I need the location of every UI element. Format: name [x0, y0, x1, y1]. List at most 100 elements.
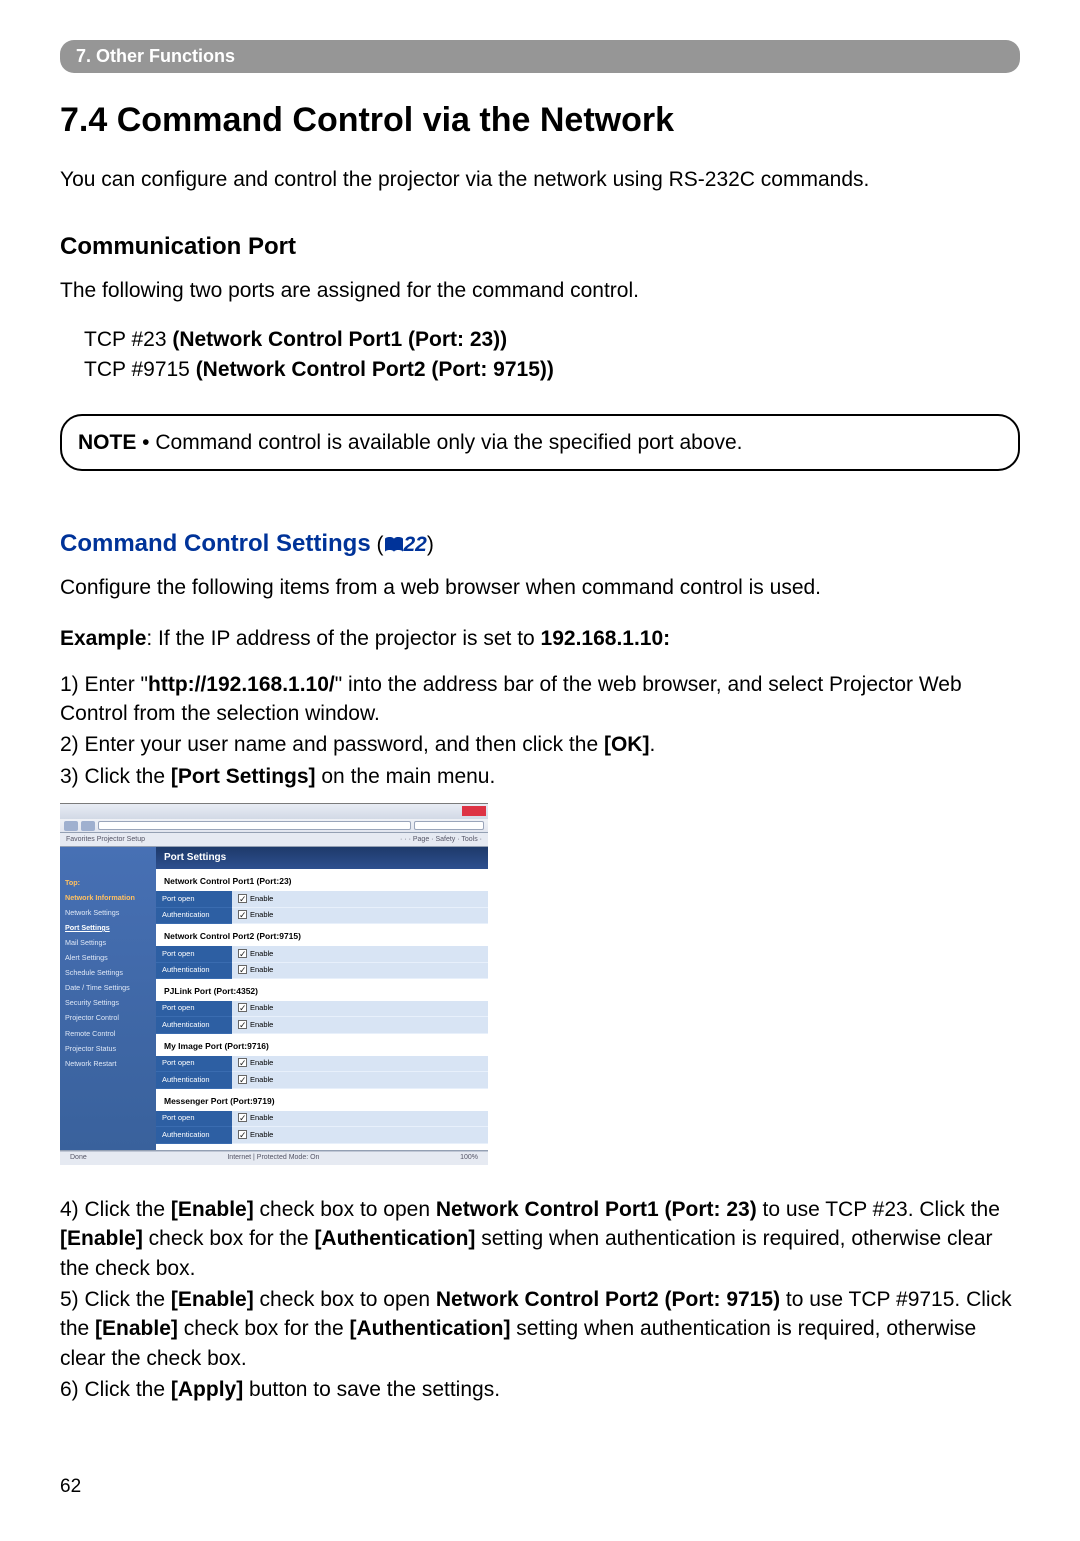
communication-port-heading: Communication Port — [60, 230, 1020, 264]
communication-port-text: The following two ports are assigned for… — [60, 276, 1020, 305]
sidebar-item-security-settings: Security Settings — [60, 996, 156, 1011]
example-label: Example — [60, 627, 146, 650]
enable-text: Enable — [250, 894, 273, 903]
step6-a: 6) Click the — [60, 1378, 171, 1401]
example-ip: 192.168.1.10: — [541, 627, 671, 650]
label-port-open: Port open — [156, 946, 232, 963]
browser-titlebar — [60, 803, 488, 819]
checkbox-icon — [238, 1058, 247, 1067]
checkbox-icon — [238, 894, 247, 903]
tabs-right: · · · Page · Safety · Tools · — [400, 835, 482, 845]
label-authentication: Authentication — [156, 1127, 232, 1144]
section-myimage: My Image Port (Port:9716) — [156, 1034, 488, 1056]
table-row: Authentication Enable — [156, 1072, 488, 1089]
book-icon — [384, 537, 404, 553]
enable-text: Enable — [250, 1058, 273, 1067]
sidebar-item-projector-status: Projector Status — [60, 1041, 156, 1056]
section-port1: Network Control Port1 (Port:23) — [156, 869, 488, 891]
step2-a: 2) Enter your user name and password, an… — [60, 733, 604, 756]
enable-text: Enable — [250, 965, 273, 974]
value-enable: Enable — [232, 1001, 488, 1018]
enable-text: Enable — [250, 910, 273, 919]
step6-apply: [Apply] — [171, 1378, 243, 1401]
label-authentication: Authentication — [156, 908, 232, 925]
step5-auth: [Authentication] — [349, 1317, 510, 1340]
value-enable: Enable — [232, 908, 488, 925]
enable-text: Enable — [250, 1003, 273, 1012]
sidebar-item-port-settings: Port Settings — [60, 921, 156, 936]
value-enable: Enable — [232, 1072, 488, 1089]
value-enable: Enable — [232, 1056, 488, 1073]
sidebar-item-remote-control: Remote Control — [60, 1026, 156, 1041]
enable-text: Enable — [250, 1020, 273, 1029]
breadcrumb: 7. Other Functions — [60, 40, 1020, 73]
status-left: Done — [70, 1153, 87, 1163]
table-row: Authentication Enable — [156, 1017, 488, 1034]
example-text: : If the IP address of the projector is … — [146, 627, 540, 650]
value-enable: Enable — [232, 963, 488, 980]
step4-enable2: [Enable] — [60, 1227, 143, 1250]
port2-prefix: TCP #9715 — [84, 358, 196, 381]
step1-url: http://192.168.1.10/ — [148, 673, 335, 696]
search-bar — [414, 821, 484, 830]
browser-status-bar: Done Internet | Protected Mode: On 100% — [60, 1151, 488, 1165]
step5-enable2: [Enable] — [95, 1317, 178, 1340]
table-row: Port openEnable — [156, 1056, 488, 1073]
panel-header: Port Settings — [156, 847, 488, 869]
label-authentication: Authentication — [156, 1072, 232, 1089]
section-port2: Network Control Port2 (Port:9715) — [156, 924, 488, 946]
step2-ok: [OK] — [604, 733, 650, 756]
port-list: TCP #23 (Network Control Port1 (Port: 23… — [84, 325, 1020, 384]
table-row: Port openEnable — [156, 1001, 488, 1018]
step5-a: 5) Click the — [60, 1288, 171, 1311]
table-row: Authentication Enable — [156, 1127, 488, 1144]
checkbox-icon — [238, 1075, 247, 1084]
step3-c: on the main menu. — [316, 765, 496, 788]
value-enable: Enable — [232, 1127, 488, 1144]
sidebar-item-schedule-settings: Schedule Settings — [60, 966, 156, 981]
checkbox-icon — [238, 1113, 247, 1122]
close-icon — [462, 806, 486, 816]
step5-port2: Network Control Port2 (Port: 9715) — [436, 1288, 780, 1311]
reference-number: 22 — [404, 533, 427, 556]
table-row: Authentication Enable — [156, 908, 488, 925]
enable-text: Enable — [250, 1075, 273, 1084]
step1-a: 1) Enter " — [60, 673, 148, 696]
sidebar-item-top: Top: — [60, 875, 156, 890]
sidebar-item-network-info: Network Information — [60, 890, 156, 905]
main-panel: Port Settings Network Control Port1 (Por… — [156, 847, 488, 1149]
section-messenger: Messenger Port (Port:9719) — [156, 1089, 488, 1111]
sidebar-item-alert-settings: Alert Settings — [60, 951, 156, 966]
checkbox-icon — [238, 965, 247, 974]
step4-enable1: [Enable] — [171, 1198, 254, 1221]
label-port-open: Port open — [156, 1111, 232, 1128]
table-row: Port openEnable — [156, 946, 488, 963]
table-row: AuthenticationEnable — [156, 963, 488, 980]
step4-g: check box for the — [143, 1227, 315, 1250]
port2-name: (Network Control Port2 (Port: 9715)) — [196, 358, 554, 381]
steps-block-2: 4) Click the [Enable] check box to open … — [60, 1195, 1020, 1405]
step5-enable1: [Enable] — [171, 1288, 254, 1311]
step4-c: check box to open — [254, 1198, 436, 1221]
step4-port1: Network Control Port1 (Port: 23) — [436, 1198, 757, 1221]
nav-back-icon — [64, 821, 78, 831]
checkbox-icon — [238, 1020, 247, 1029]
port1-name: (Network Control Port1 (Port: 23)) — [172, 328, 507, 351]
value-enable: Enable — [232, 1017, 488, 1034]
value-enable: Enable — [232, 946, 488, 963]
step5-g: check box for the — [178, 1317, 350, 1340]
label-port-open: Port open — [156, 891, 232, 908]
label-authentication: Authentication — [156, 1017, 232, 1034]
sidebar-item-projector-control: Projector Control — [60, 1011, 156, 1026]
value-enable: Enable — [232, 891, 488, 908]
step6-c: button to save the settings. — [243, 1378, 500, 1401]
checkbox-icon — [238, 1003, 247, 1012]
enable-text: Enable — [250, 1130, 273, 1139]
step3-port-settings: [Port Settings] — [171, 765, 316, 788]
nav-forward-icon — [81, 821, 95, 831]
sidebar-item-network-settings: Network Settings — [60, 905, 156, 920]
value-enable: Enable — [232, 1111, 488, 1128]
sidebar-item-mail-settings: Mail Settings — [60, 936, 156, 951]
checkbox-icon — [238, 910, 247, 919]
status-center: Internet | Protected Mode: On — [227, 1153, 319, 1163]
